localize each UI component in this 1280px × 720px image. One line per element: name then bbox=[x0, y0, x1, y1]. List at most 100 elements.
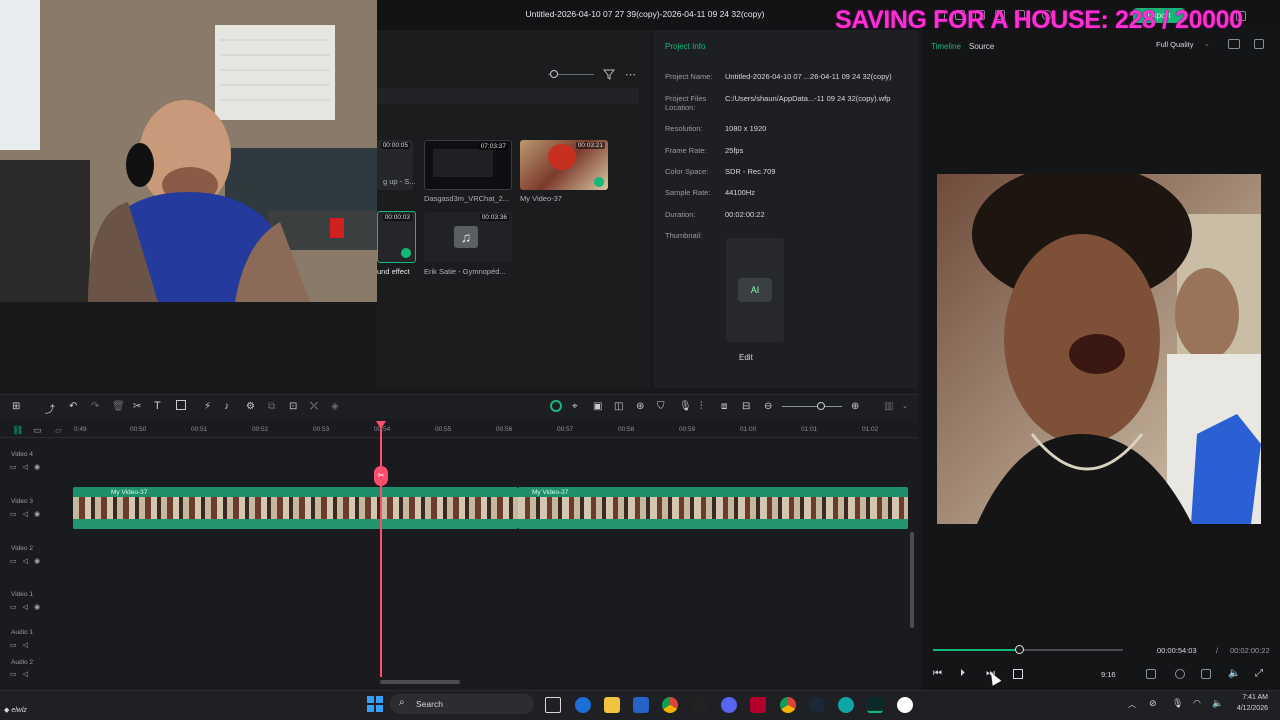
freeze-icon[interactable]: ⊡ bbox=[289, 401, 297, 412]
ruler-tick: 00:57 bbox=[557, 426, 574, 433]
motion-icon[interactable]: ◫ bbox=[614, 401, 623, 412]
task-view-icon[interactable] bbox=[545, 697, 561, 713]
acrobat-icon[interactable] bbox=[750, 697, 766, 713]
image-icon[interactable] bbox=[1254, 39, 1264, 49]
windows-start-icon[interactable] bbox=[367, 696, 383, 712]
taskbar-widget[interactable]: ◆ elwlz bbox=[4, 706, 27, 714]
chrome-alt-icon[interactable] bbox=[838, 697, 854, 713]
chrome-icon[interactable] bbox=[662, 697, 678, 713]
zoom-in-icon[interactable]: ⊕ bbox=[851, 401, 859, 412]
media-item[interactable]: 00:03:21 bbox=[520, 140, 608, 190]
edge-icon[interactable] bbox=[575, 697, 591, 713]
music-note-icon: ♫ bbox=[454, 226, 478, 248]
audio-icon[interactable]: ♪ bbox=[224, 401, 229, 412]
steam-icon[interactable] bbox=[809, 697, 825, 713]
media-player-icon[interactable] bbox=[897, 697, 913, 713]
speaker-icon[interactable]: 🔈 bbox=[1212, 698, 1223, 709]
mic-tray-icon[interactable]: 🎙 bbox=[1172, 698, 1183, 709]
track-controls[interactable]: ▭◁◉ bbox=[10, 557, 46, 565]
split-icon[interactable]: ✂ bbox=[133, 401, 141, 412]
quality-select[interactable]: Full Quality bbox=[1156, 40, 1194, 49]
media-item[interactable]: 07:03:37 bbox=[424, 140, 512, 190]
snapshot-icon[interactable] bbox=[1228, 39, 1240, 49]
track-controls[interactable]: ▭◁◉ bbox=[10, 463, 46, 471]
playhead[interactable] bbox=[380, 425, 382, 677]
timeline-horizontal-scrollbar[interactable] bbox=[380, 680, 460, 684]
snap-icon[interactable]: ⌖ bbox=[572, 401, 578, 412]
keyframe-icon[interactable]: ⤫ bbox=[310, 401, 318, 412]
network-icon[interactable]: ⊘ bbox=[1149, 698, 1157, 709]
link-icon[interactable]: ⛓ bbox=[12, 425, 23, 436]
ai-tools-icon[interactable]: ⚙ bbox=[246, 401, 255, 412]
clock-date[interactable]: 4/12/2026 bbox=[1230, 705, 1268, 712]
playback-handle[interactable] bbox=[1014, 645, 1024, 654]
taskbar-search[interactable]: ⌕ Search bbox=[390, 694, 534, 714]
grid-icon[interactable]: ⊞ bbox=[12, 401, 20, 412]
obs-icon[interactable] bbox=[692, 697, 708, 713]
file-explorer-icon[interactable] bbox=[604, 697, 620, 713]
pip-icon[interactable]: ⧈ bbox=[721, 401, 727, 412]
replace-icon[interactable]: ⊟ bbox=[742, 401, 750, 412]
settings-icon[interactable] bbox=[1175, 669, 1185, 679]
tab-timeline[interactable]: Timeline bbox=[931, 42, 961, 51]
tab-project-info[interactable]: Project Info bbox=[665, 42, 705, 51]
track-controls[interactable]: ▭◁◉ bbox=[10, 510, 46, 518]
undo-icon[interactable]: ↶ bbox=[69, 401, 77, 412]
track-controls[interactable]: ▭◁◉ bbox=[10, 603, 46, 611]
speed-icon[interactable]: ⚡ bbox=[204, 401, 211, 412]
shield-icon[interactable]: ⛉ bbox=[657, 401, 665, 412]
track-label-audio-2: Audio 2 bbox=[11, 659, 34, 666]
media-item-selected[interactable]: 00:00:03 bbox=[377, 211, 416, 263]
fullscreen-icon[interactable]: ⤢ bbox=[1255, 668, 1263, 679]
volume-icon[interactable]: 🔈 bbox=[1228, 668, 1240, 679]
play-icon[interactable]: ⏵ bbox=[960, 668, 965, 679]
search-icon: ⌕ bbox=[399, 697, 405, 708]
tab-source[interactable]: Source bbox=[969, 42, 994, 51]
store-icon[interactable] bbox=[633, 697, 649, 713]
crop-icon[interactable] bbox=[176, 400, 186, 410]
thumbnail-box[interactable]: AI bbox=[726, 238, 784, 342]
media-search-bar[interactable] bbox=[377, 88, 639, 104]
timeline-vertical-scrollbar[interactable] bbox=[910, 532, 914, 628]
chevron-down-icon[interactable]: ⌄ bbox=[902, 402, 908, 410]
wifi-icon[interactable]: ◠ bbox=[1193, 698, 1201, 709]
marker-icon[interactable] bbox=[1146, 669, 1156, 679]
track-controls[interactable]: ▭◁ bbox=[10, 670, 34, 678]
add-track-icon[interactable]: ▱ bbox=[55, 425, 62, 436]
ruler-tick: 00:52 bbox=[252, 426, 269, 433]
zoom-out-icon[interactable]: ⊖ bbox=[764, 401, 772, 412]
mic-icon[interactable]: 🎙 bbox=[679, 401, 692, 412]
more-icon[interactable]: ⋯ bbox=[625, 68, 636, 81]
redo-icon[interactable]: ↷ bbox=[91, 401, 99, 412]
stop-icon[interactable] bbox=[1013, 669, 1023, 679]
select-tool-icon[interactable]: ⤴ bbox=[45, 401, 55, 416]
render-icon[interactable]: ▣ bbox=[593, 401, 602, 412]
media-zoom-handle[interactable] bbox=[550, 70, 558, 78]
text-icon[interactable]: T bbox=[154, 400, 161, 412]
camera-icon[interactable] bbox=[1201, 669, 1211, 679]
prev-frame-icon[interactable]: ⏮ bbox=[933, 668, 942, 679]
zoom-slider-handle[interactable] bbox=[817, 402, 825, 410]
track-controls[interactable]: ▭◁ bbox=[10, 641, 34, 649]
video-clip[interactable]: My Video-37 bbox=[73, 487, 518, 529]
track-manager-icon[interactable]: ▭ bbox=[33, 425, 42, 436]
filmora-icon[interactable] bbox=[867, 697, 883, 713]
clock-time[interactable]: 7:41 AM bbox=[1236, 694, 1268, 701]
delete-icon[interactable]: 🗑 bbox=[112, 401, 125, 412]
video-clip[interactable]: My Video-37 bbox=[518, 487, 908, 529]
discord-icon[interactable] bbox=[721, 697, 737, 713]
filter-icon[interactable] bbox=[603, 69, 615, 80]
effects-icon[interactable]: ◈ bbox=[331, 401, 339, 412]
mixer-icon[interactable]: ⫶ bbox=[700, 401, 703, 412]
zoom-slider[interactable] bbox=[782, 406, 842, 407]
magnet-icon[interactable] bbox=[550, 400, 562, 412]
stabilize-icon[interactable]: ⊛ bbox=[636, 401, 644, 412]
edit-thumbnail-button[interactable]: Edit bbox=[739, 353, 753, 362]
detach-icon[interactable]: ⧉ bbox=[268, 401, 275, 412]
chevron-up-icon[interactable]: ︿ bbox=[1128, 699, 1136, 710]
media-item[interactable]: ♫ 00:03:36 bbox=[424, 212, 512, 262]
aspect-ratio-select[interactable]: 9:16 bbox=[1101, 670, 1116, 679]
chrome-profile-icon[interactable] bbox=[780, 697, 796, 713]
layout-icon[interactable]: ▥ bbox=[884, 401, 893, 412]
split-marker-icon[interactable]: ✂ bbox=[374, 466, 388, 486]
